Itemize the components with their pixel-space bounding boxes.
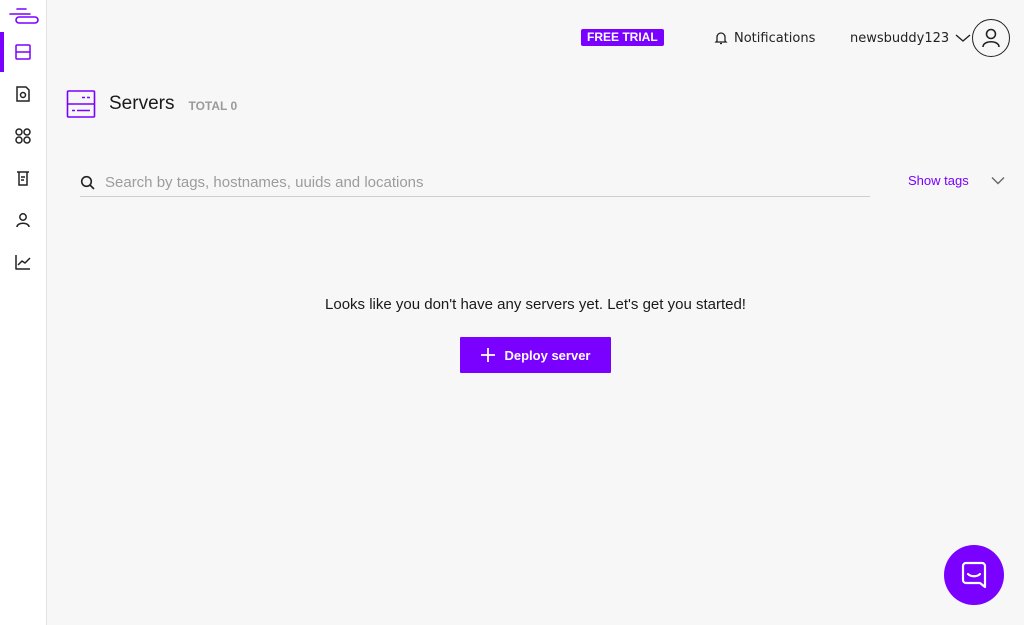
apps-icon [15, 128, 31, 144]
sidebar-item-apps[interactable] [0, 116, 46, 156]
user-menu[interactable]: newsbuddy123 [850, 28, 971, 48]
bell-icon [714, 32, 728, 45]
user-avatar-icon [982, 28, 1000, 48]
account-icon [16, 213, 30, 228]
chevron-down-icon [955, 34, 971, 42]
search-icon [80, 175, 95, 190]
page-header: Servers TOTAL 0 [66, 89, 237, 119]
deploy-server-label: Deploy server [504, 347, 591, 363]
username-label: newsbuddy123 [850, 30, 950, 46]
storage-icon [16, 86, 30, 102]
chat-launcher-button[interactable] [944, 545, 1004, 605]
chat-icon [961, 561, 987, 589]
sidebar-item-analytics[interactable] [0, 242, 46, 282]
sidebar-item-billing[interactable] [0, 158, 46, 198]
show-tags-label: Show tags [908, 172, 969, 188]
total-count: TOTAL 0 [188, 99, 238, 113]
notifications-button[interactable]: Notifications [714, 29, 815, 47]
sidebar-item-storage[interactable] [0, 74, 46, 114]
plus-icon [480, 348, 495, 362]
servers-icon [15, 44, 31, 60]
sidebar-item-servers[interactable] [0, 32, 46, 72]
logo-icon[interactable] [8, 7, 40, 25]
servers-page-icon [66, 90, 96, 118]
search-input[interactable] [105, 173, 870, 191]
notifications-label: Notifications [734, 30, 816, 46]
free-trial-badge[interactable]: FREE TRIAL [581, 29, 664, 46]
deploy-server-button[interactable]: Deploy server [460, 337, 611, 373]
search-bar [80, 168, 870, 197]
analytics-icon [15, 255, 31, 270]
billing-icon [17, 171, 29, 186]
empty-state-message: Looks like you don't have any servers ye… [325, 296, 746, 313]
show-tags-toggle[interactable]: Show tags [908, 171, 1005, 189]
chevron-down-icon [991, 176, 1005, 184]
page-title: Servers [109, 93, 175, 114]
avatar[interactable] [972, 19, 1010, 57]
sidebar-item-account[interactable] [0, 200, 46, 240]
